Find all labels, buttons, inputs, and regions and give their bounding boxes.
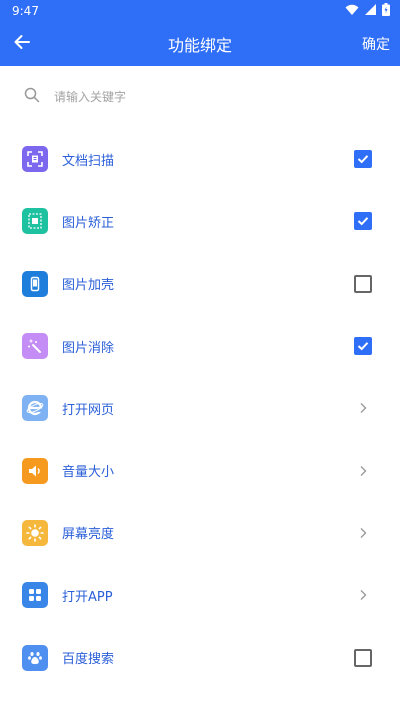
list-item[interactable]: 百度搜索 [0,626,400,688]
list-item[interactable]: 屏幕亮度 [0,502,400,564]
phone-frame-icon [22,270,48,297]
image-correct-icon [22,208,48,235]
search-icon [24,87,40,107]
magic-wand-icon [22,333,48,360]
browser-icon [22,395,48,422]
checkbox-unchecked[interactable] [354,648,372,667]
baidu-paw-icon [22,644,48,671]
chevron-right-icon [354,524,372,542]
list-item-label: 音量大小 [62,465,115,481]
document-scan-icon [22,146,48,173]
list-item[interactable]: 打开网页 [0,377,400,439]
list-item[interactable]: 打开APP [0,564,400,626]
arrow-left-icon [13,33,31,55]
status-bar: 9:47 [0,0,400,22]
wifi-icon [345,4,359,19]
chevron-right-icon [354,399,372,417]
list-item[interactable]: 文档扫描 [0,128,400,190]
volume-icon [22,457,48,484]
list-item-label: 图片加壳 [62,278,115,294]
cellular-icon [365,4,376,18]
confirm-button[interactable]: 确定 [352,22,400,66]
checkbox-checked[interactable] [354,212,372,231]
checkbox-checked[interactable] [354,150,372,169]
list-item[interactable]: 音量大小 [0,439,400,501]
search-input[interactable] [54,90,354,104]
list-item-label: 百度搜索 [62,652,115,668]
app-bar: 功能绑定 确定 [0,22,400,66]
back-button[interactable] [0,22,44,66]
list-item-label: 屏幕亮度 [62,527,115,543]
battery-icon [382,3,390,19]
checkbox-checked[interactable] [354,337,372,356]
status-icons [345,3,390,19]
page-title: 功能绑定 [167,36,232,55]
list-item-label: 打开网页 [62,402,115,418]
list-item[interactable]: 图片加壳 [0,253,400,315]
checkbox-unchecked[interactable] [354,274,372,293]
chevron-right-icon [354,462,372,480]
function-list: 文档扫描 图片矫正 图片加壳 图片消除 打开网页 音量大小 屏幕亮度 打开APP… [0,128,400,689]
list-item-label: 图片矫正 [62,215,115,231]
list-item-label: 打开APP [62,589,113,605]
status-time: 9:47 [12,4,39,18]
brightness-icon [22,519,48,546]
list-item-label: 图片消除 [62,340,115,356]
list-item[interactable]: 图片消除 [0,315,400,377]
search-bar [0,66,400,128]
apps-grid-icon [22,582,48,609]
list-item[interactable]: 图片矫正 [0,190,400,252]
list-item-label: 文档扫描 [62,153,115,169]
chevron-right-icon [354,586,372,604]
